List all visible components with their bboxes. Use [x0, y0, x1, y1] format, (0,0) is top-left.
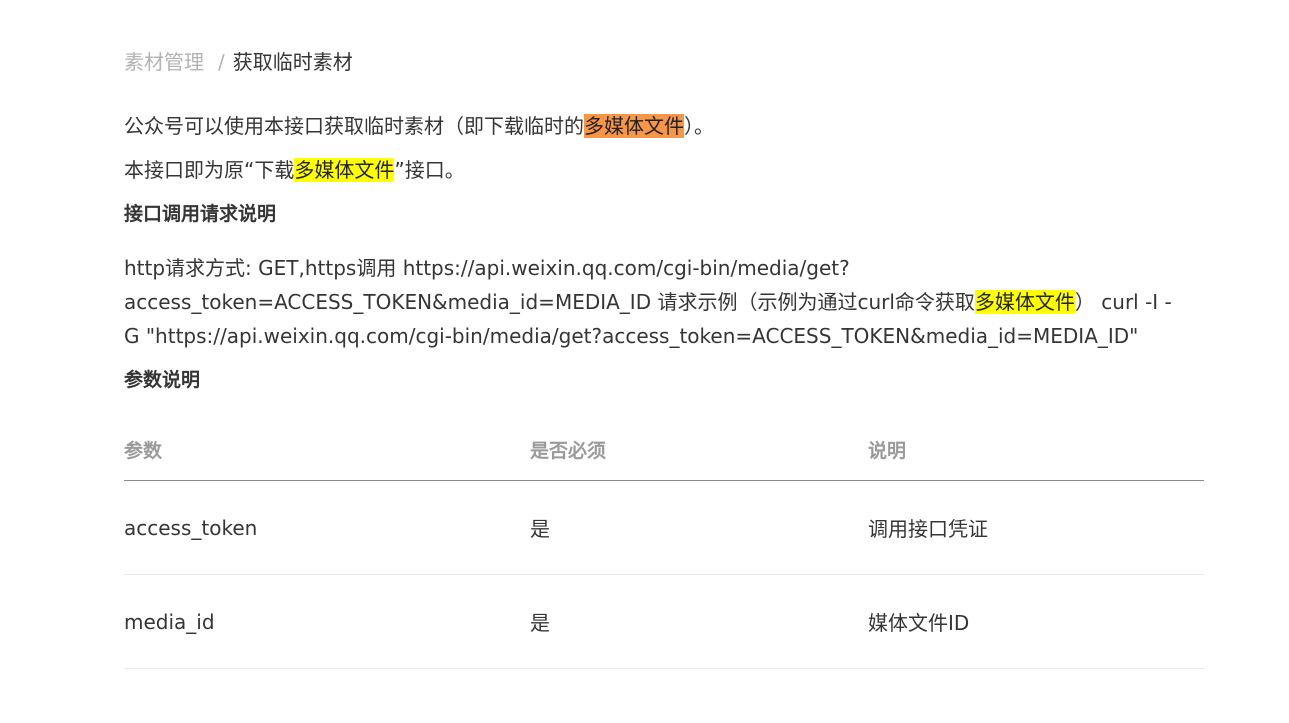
description-cell: 调用接口凭证 — [868, 480, 1204, 575]
column-header: 说明 — [868, 419, 1204, 481]
table-row: access_token 是 调用接口凭证 — [124, 480, 1204, 575]
column-header: 是否必须 — [530, 419, 868, 481]
request-text: access_token=ACCESS_TOKEN&media_id=MEDIA… — [124, 290, 975, 314]
required-cell: 是 — [530, 574, 868, 669]
required-cell: 是 — [530, 480, 868, 575]
breadcrumb-separator: / — [218, 50, 225, 74]
highlight-term: 多媒体文件 — [974, 290, 1075, 314]
column-header: 参数 — [124, 419, 530, 481]
request-line: http请求方式: GET,https调用 https://api.weixin… — [124, 256, 850, 280]
highlight-term: 多媒体文件 — [584, 114, 684, 138]
section-heading-request: 接口调用请求说明 — [124, 203, 277, 225]
request-text: ） curl -I - — [1074, 290, 1172, 314]
intro-text: ”接口。 — [394, 158, 465, 182]
section-heading-params: 参数说明 — [124, 369, 201, 391]
table-row: media_id 是 媒体文件ID — [124, 574, 1204, 669]
intro-text: ）。 — [684, 114, 714, 138]
intro-paragraph-1: 公众号可以使用本接口获取临时素材（即下载临时的多媒体文件）。 — [124, 109, 714, 143]
param-name-cell: access_token — [124, 480, 530, 575]
description-cell: 媒体文件ID — [868, 574, 1204, 669]
request-line: access_token=ACCESS_TOKEN&media_id=MEDIA… — [124, 285, 1204, 319]
breadcrumb-current: 获取临时素材 — [232, 50, 353, 74]
breadcrumb: 素材管理 / 获取临时素材 — [124, 49, 353, 75]
table-header-row: 参数 是否必须 说明 — [124, 419, 1204, 481]
param-name-cell: media_id — [124, 574, 530, 669]
params-table: 参数 是否必须 说明 access_token 是 调用接口凭证 media_i… — [124, 419, 1204, 669]
request-description: http请求方式: GET,https调用 https://api.weixin… — [124, 251, 1204, 353]
intro-text: 本接口即为原“下载 — [124, 158, 295, 182]
intro-text: 公众号可以使用本接口获取临时素材（即下载临时的 — [124, 114, 584, 138]
highlight-term: 多媒体文件 — [294, 158, 395, 182]
request-line: G "https://api.weixin.qq.com/cgi-bin/med… — [124, 324, 1139, 348]
intro-paragraph-2: 本接口即为原“下载多媒体文件”接口。 — [124, 153, 465, 187]
breadcrumb-parent-link[interactable]: 素材管理 — [124, 50, 204, 74]
